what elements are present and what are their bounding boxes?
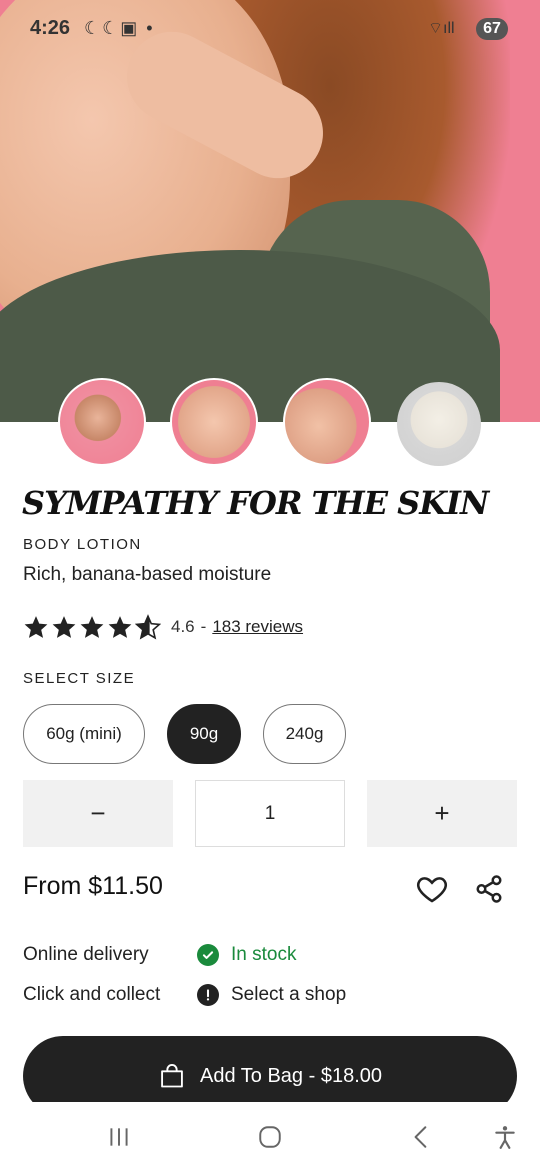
accessibility-icon[interactable] xyxy=(490,1122,520,1152)
rating-value: 4.6 xyxy=(171,617,195,636)
thumbnail-product-jar[interactable] xyxy=(397,382,481,466)
availability-label: Online delivery xyxy=(23,944,149,965)
recent-apps-icon[interactable] xyxy=(104,1122,134,1152)
thumbnail-1[interactable] xyxy=(58,378,146,466)
availability-status: In stock xyxy=(231,944,297,965)
status-bar: 4:26 ☾☾▣ • ⌔ıll 67 xyxy=(0,0,540,60)
select-shop-link[interactable]: Select a shop xyxy=(231,984,346,1006)
half-star-icon xyxy=(135,614,161,640)
size-option-90g[interactable]: 90g xyxy=(167,704,241,764)
reviews-link[interactable]: 183 reviews xyxy=(212,617,303,637)
bag-icon xyxy=(161,1064,183,1088)
thumbnail-2[interactable] xyxy=(170,378,258,466)
image-thumbnails xyxy=(0,378,540,470)
star-icon xyxy=(80,616,104,638)
product-tagline: Rich, banana-based moisture xyxy=(23,564,272,585)
add-to-bag-label: Add To Bag - $18.00 xyxy=(200,1064,382,1087)
thumbnail-3[interactable] xyxy=(283,378,371,466)
home-icon[interactable] xyxy=(255,1122,285,1152)
system-nav-bar xyxy=(0,1102,540,1170)
availability-online-delivery: Online delivery In stock xyxy=(23,940,296,970)
product-title: SYMPATHY FOR THE SKIN xyxy=(22,484,489,522)
product-price: From $11.50 xyxy=(23,872,163,900)
battery-icon: 67 xyxy=(476,18,508,40)
star-icon xyxy=(24,616,48,638)
size-option-240g[interactable]: 240g xyxy=(263,704,346,764)
quantity-increase-button[interactable]: + xyxy=(367,780,517,847)
exclamation-circle-icon xyxy=(197,984,219,1006)
back-icon[interactable] xyxy=(406,1122,436,1152)
product-category: BODY LOTION xyxy=(23,536,142,553)
availability-label: Click and collect xyxy=(23,984,161,1005)
product-hero-image xyxy=(0,0,540,422)
quantity-decrease-button[interactable]: − xyxy=(23,780,173,847)
wifi-signal-icon: ⌔ıll xyxy=(428,20,455,37)
availability-click-collect: Click and collect Select a shop xyxy=(23,980,346,1010)
status-notification-icons: ☾☾▣ • xyxy=(84,18,155,38)
check-circle-icon xyxy=(197,944,219,966)
size-label: SELECT SIZE xyxy=(23,670,136,687)
size-option-60g[interactable]: 60g (mini) xyxy=(23,704,145,764)
star-rating xyxy=(23,614,161,640)
star-icon xyxy=(52,616,76,638)
quantity-field[interactable]: 1 xyxy=(195,780,345,847)
rating-separator: - xyxy=(200,617,207,636)
share-icon[interactable] xyxy=(474,874,504,904)
heart-icon[interactable] xyxy=(414,872,450,906)
star-icon xyxy=(108,616,132,638)
rating-row: 4.6 - 183 reviews xyxy=(23,612,303,642)
status-time: 4:26 xyxy=(30,17,71,39)
